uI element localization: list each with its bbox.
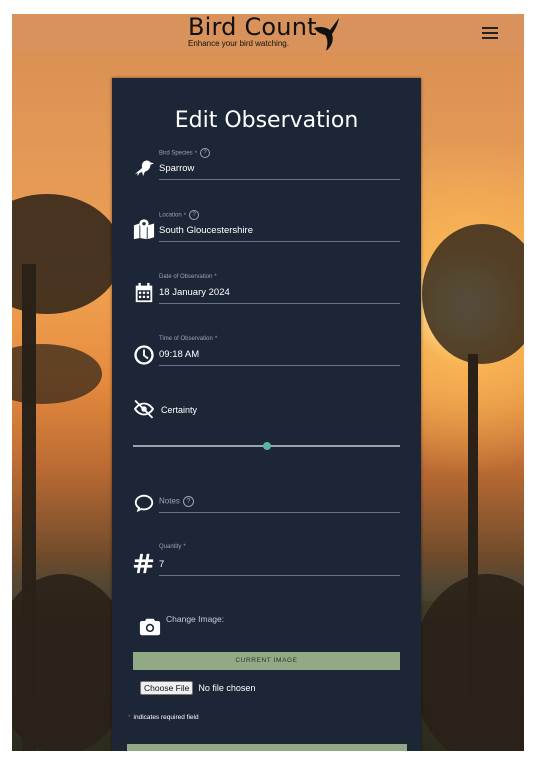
site-header: Bird Count Enhance your bird watching. bbox=[12, 14, 524, 52]
bird-species-underline bbox=[159, 179, 400, 180]
clock-icon bbox=[133, 344, 155, 366]
date-field[interactable]: Date of Observation * 18 January 2024 bbox=[133, 272, 400, 306]
camera-icon bbox=[139, 616, 161, 638]
time-value: 09:18 AM bbox=[159, 349, 200, 360]
map-icon bbox=[133, 218, 155, 240]
calendar-icon bbox=[133, 282, 155, 304]
required-star: * bbox=[128, 714, 131, 721]
notes-label: Notes? bbox=[159, 496, 194, 507]
quantity-field[interactable]: Quantity * 7 bbox=[133, 542, 400, 576]
certainty-slider[interactable] bbox=[133, 442, 400, 450]
location-label: Location *? bbox=[159, 210, 200, 220]
quantity-label: Quantity * bbox=[159, 544, 186, 550]
location-field[interactable]: Location *? South Gloucestershire bbox=[133, 210, 400, 244]
help-icon[interactable]: ? bbox=[189, 210, 200, 220]
eye-slash-icon bbox=[133, 398, 155, 420]
submit-button[interactable] bbox=[127, 744, 407, 751]
file-input[interactable]: Choose File No file chosen bbox=[140, 681, 255, 695]
change-image-field: Change Image: bbox=[133, 612, 400, 638]
edit-observation-form: Edit Observation Bird Species *? Sparrow … bbox=[112, 78, 421, 751]
change-image-label: Change Image: bbox=[166, 614, 225, 624]
choose-file-button[interactable]: Choose File bbox=[140, 681, 194, 695]
notes-field[interactable]: Notes? bbox=[133, 490, 400, 518]
background-tree-canopy-left-low bbox=[12, 344, 102, 404]
quantity-value: 7 bbox=[159, 559, 165, 570]
no-file-text: No file chosen bbox=[198, 683, 256, 693]
site-logo[interactable]: Bird Count Enhance your bird watching. bbox=[188, 14, 339, 52]
bird-species-value: Sparrow bbox=[159, 163, 195, 174]
date-underline bbox=[159, 303, 400, 304]
certainty-field: Certainty bbox=[133, 398, 400, 458]
time-label: Time of Observation * bbox=[159, 336, 218, 342]
hash-icon bbox=[133, 552, 155, 574]
comment-icon bbox=[133, 492, 155, 514]
required-note: * indicates required field bbox=[128, 714, 199, 721]
logo-title: Bird Count bbox=[188, 14, 317, 41]
certainty-slider-thumb[interactable] bbox=[262, 442, 271, 450]
notes-underline bbox=[159, 512, 400, 513]
location-underline bbox=[159, 241, 400, 242]
page-frame: Bird Count Enhance your bird watching. E… bbox=[12, 14, 524, 751]
logo-tagline: Enhance your bird watching. bbox=[188, 39, 289, 48]
bird-species-label: Bird Species *? bbox=[159, 148, 211, 158]
date-label: Date of Observation * bbox=[159, 274, 217, 280]
help-icon[interactable]: ? bbox=[182, 496, 194, 507]
page-title: Edit Observation bbox=[174, 108, 359, 133]
bird-species-field[interactable]: Bird Species *? Sparrow bbox=[133, 148, 400, 182]
location-value: South Gloucestershire bbox=[159, 225, 253, 236]
background-tree-canopy-right bbox=[422, 224, 524, 364]
time-field[interactable]: Time of Observation * 09:18 AM bbox=[133, 334, 400, 368]
certainty-label: Certainty bbox=[161, 405, 198, 415]
bird-icon bbox=[133, 156, 155, 178]
help-icon[interactable]: ? bbox=[200, 148, 211, 158]
date-value: 18 January 2024 bbox=[159, 287, 230, 298]
quantity-underline bbox=[159, 575, 400, 576]
background-tree-canopy-left bbox=[12, 194, 122, 314]
menu-icon[interactable] bbox=[482, 24, 498, 42]
time-underline bbox=[159, 365, 400, 366]
current-image-button[interactable]: CURRENT IMAGE bbox=[133, 652, 400, 670]
logo-bird-icon bbox=[314, 18, 339, 51]
